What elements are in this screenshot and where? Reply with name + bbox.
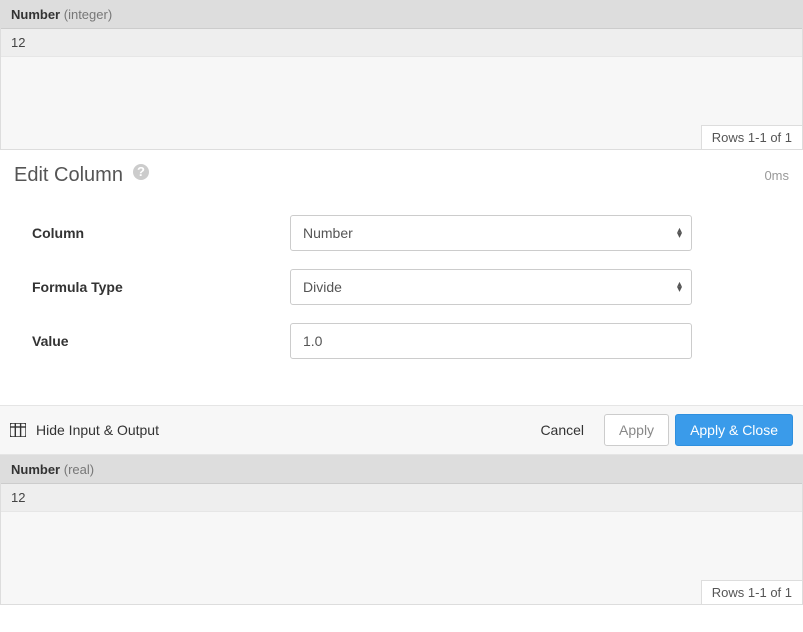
column-select[interactable]: Number (290, 215, 692, 251)
output-grid-footer: Rows 1-1 of 1 (701, 580, 802, 604)
formula-type-select[interactable]: Divide (290, 269, 692, 305)
value-input[interactable] (290, 323, 692, 359)
editor-title: Edit Column ? (14, 164, 149, 187)
apply-close-button[interactable]: Apply & Close (675, 414, 793, 446)
toggle-io-button[interactable]: Hide Input & Output (10, 422, 159, 438)
output-grid-header: Number (real) (1, 456, 802, 484)
output-column-name: Number (11, 462, 60, 477)
input-column-type: (integer) (64, 7, 112, 22)
column-field-row: Column Number ▴▾ (14, 215, 789, 251)
apply-button[interactable]: Apply (604, 414, 669, 446)
help-icon[interactable]: ? (133, 164, 149, 180)
input-column-name: Number (11, 7, 60, 22)
output-cell-value: 12 (11, 490, 25, 505)
timing-label: 0ms (764, 168, 789, 183)
input-grid-row[interactable]: 12 (1, 29, 802, 57)
action-bar: Hide Input & Output Cancel Apply Apply &… (0, 405, 803, 455)
input-grid-header: Number (integer) (1, 1, 802, 29)
edit-column-panel: Edit Column ? 0ms Column Number ▴▾ Formu… (0, 150, 803, 405)
editor-title-text: Edit Column (14, 164, 123, 187)
cancel-button[interactable]: Cancel (526, 415, 598, 445)
input-grid-footer: Rows 1-1 of 1 (701, 125, 802, 149)
value-label: Value (32, 333, 290, 349)
formula-type-field-row: Formula Type Divide ▴▾ (14, 269, 789, 305)
output-grid-body: Rows 1-1 of 1 (1, 512, 802, 604)
column-label: Column (32, 225, 290, 241)
input-grid-body: Rows 1-1 of 1 (1, 57, 802, 149)
output-column-type: (real) (64, 462, 94, 477)
toggle-io-label: Hide Input & Output (36, 422, 159, 438)
input-cell-value: 12 (11, 35, 25, 50)
formula-type-label: Formula Type (32, 279, 290, 295)
table-icon (10, 423, 26, 437)
output-grid: Number (real) 12 Rows 1-1 of 1 (0, 455, 803, 605)
input-grid: Number (integer) 12 Rows 1-1 of 1 (0, 0, 803, 150)
value-field-row: Value (14, 323, 789, 359)
action-buttons: Cancel Apply Apply & Close (526, 414, 793, 446)
output-grid-row[interactable]: 12 (1, 484, 802, 512)
editor-header: Edit Column ? 0ms (14, 164, 789, 187)
